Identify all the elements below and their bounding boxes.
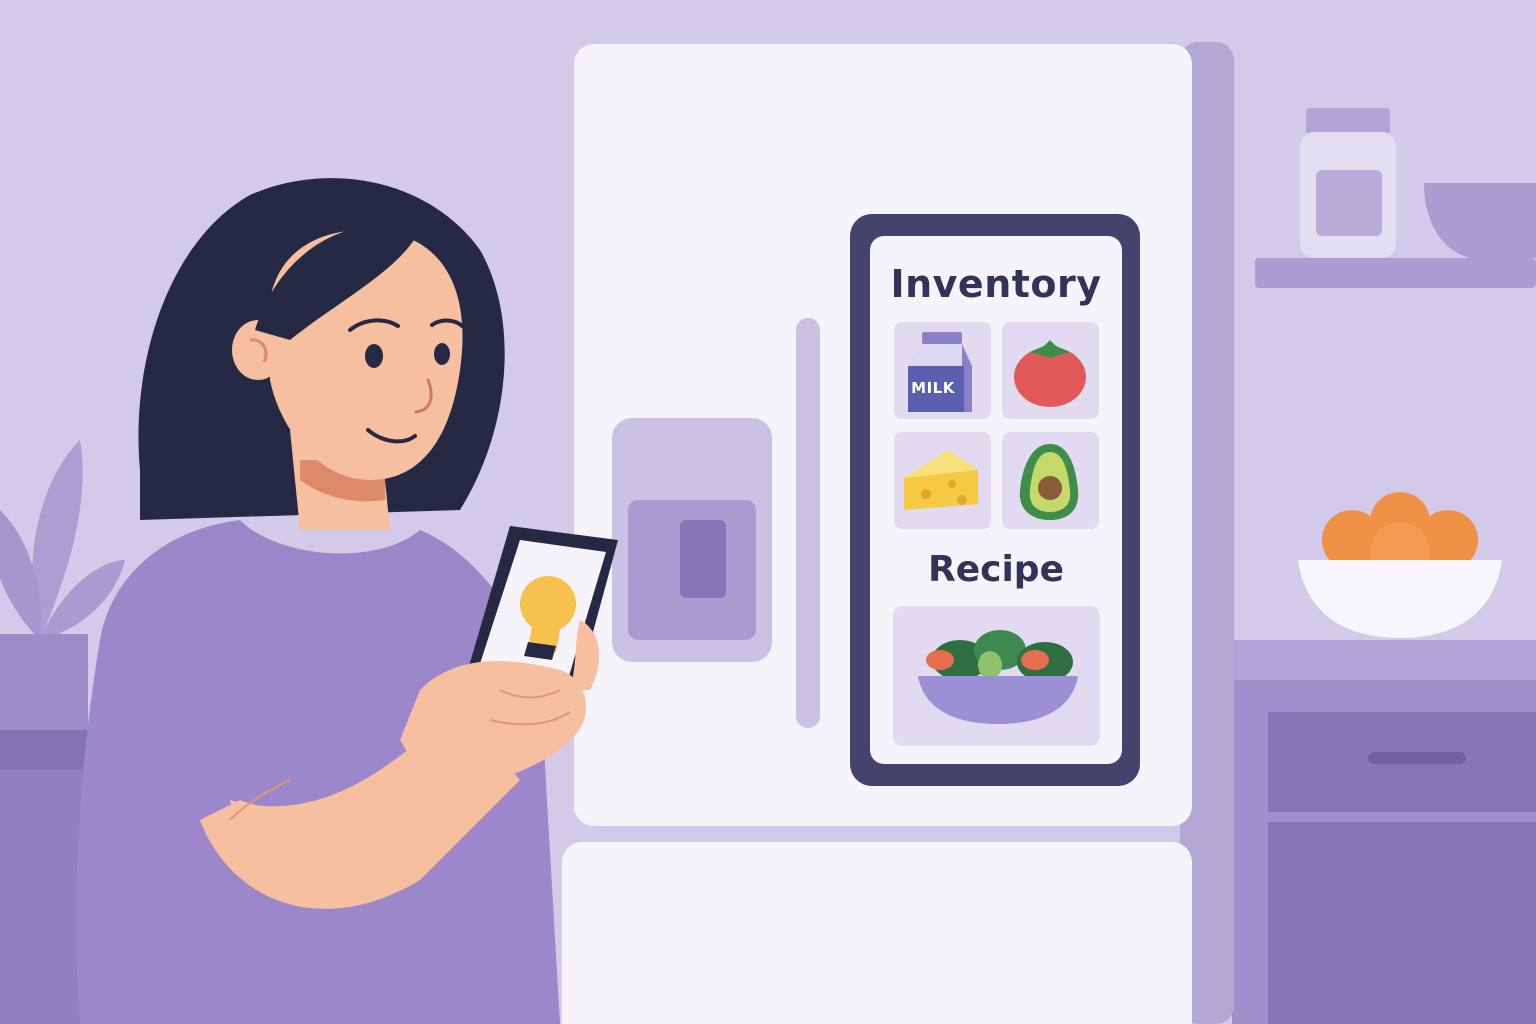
jar-lid xyxy=(1306,108,1390,134)
inventory-tile-avocado[interactable] xyxy=(1002,432,1099,529)
inventory-title: Inventory xyxy=(890,262,1102,306)
recipe-tile[interactable] xyxy=(893,606,1100,746)
fridge-handle xyxy=(796,318,820,728)
right-cabinet xyxy=(1232,640,1536,1024)
recipe-title: Recipe xyxy=(927,549,1064,590)
inventory-tile-milk[interactable] xyxy=(894,322,991,419)
inventory-tile-tomato[interactable] xyxy=(1002,322,1099,419)
fridge-bottom-door xyxy=(562,842,1192,1024)
illustration xyxy=(0,0,1536,1024)
kitchen-scene: Inventory MILK Recipe xyxy=(0,0,1536,1024)
inventory-tile-cheese[interactable] xyxy=(894,432,991,529)
